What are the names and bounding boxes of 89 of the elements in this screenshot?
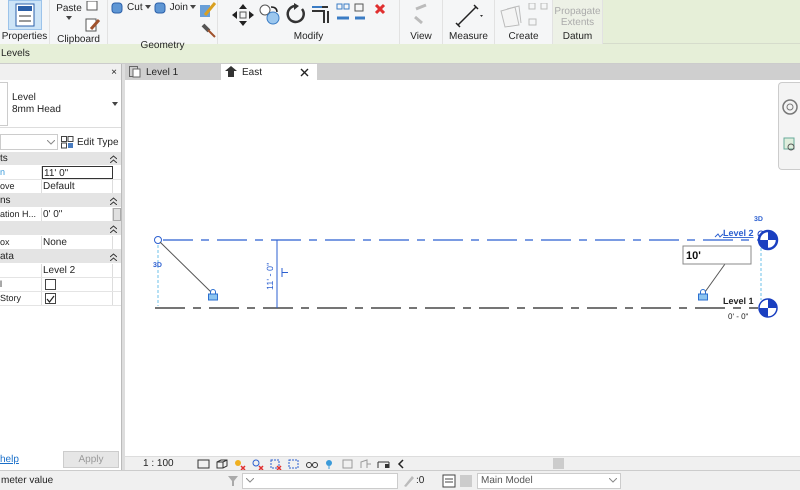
- hammer-icon[interactable]: [198, 21, 217, 39]
- plan-icon: [129, 66, 141, 78]
- panel-title: Properties: [0, 30, 48, 44]
- caret-icon: [144, 5, 151, 9]
- caret-icon: [66, 16, 72, 20]
- property-name: n: [0, 166, 42, 179]
- level-name[interactable]: Level 2: [723, 228, 754, 238]
- detail-level-icon[interactable]: [196, 458, 210, 470]
- panel-title: Measure: [448, 30, 489, 44]
- view-tab[interactable]: East: [221, 64, 317, 80]
- property-name: ation H...: [0, 208, 42, 221]
- property-name: l: [0, 278, 42, 291]
- chevron-icon: [246, 478, 254, 483]
- tool-button[interactable]: Join: [154, 0, 196, 14]
- panel-title: Clipboard: [56, 33, 101, 46]
- checkbox[interactable]: [45, 293, 56, 304]
- group-header: ns: [0, 194, 11, 208]
- property-name: ox: [0, 236, 42, 249]
- scroll-thumb[interactable]: [113, 208, 121, 221]
- help-link[interactable]: help: [0, 452, 19, 466]
- visual-style-icon[interactable]: [214, 458, 228, 470]
- lock-icon[interactable]: [698, 289, 708, 300]
- edit-type-icon: [61, 136, 74, 148]
- tool-button[interactable]: Cut: [111, 0, 151, 14]
- chevron-icon: [47, 140, 55, 144]
- type-family: Level: [12, 92, 37, 104]
- caret-icon: [190, 5, 196, 9]
- collapse-icon[interactable]: [110, 252, 117, 260]
- lock-icon[interactable]: [208, 289, 218, 300]
- level-line[interactable]: [155, 307, 758, 309]
- sun-icon[interactable]: [232, 458, 246, 470]
- property-name: ove: [0, 180, 42, 193]
- panel-title: Create: [507, 30, 540, 44]
- property-value: None: [42, 236, 113, 249]
- move-icon[interactable]: [231, 3, 255, 27]
- close-icon: [300, 68, 309, 76]
- panel-title: Geometry: [140, 39, 186, 52]
- model-dropdown[interactable]: Main Model: [477, 472, 621, 488]
- measure-icon[interactable]: [454, 3, 484, 29]
- properties-icon: [14, 3, 34, 27]
- crop-icon[interactable]: [268, 458, 282, 470]
- level-elevation: 0' - 0": [728, 312, 748, 321]
- crop-region-icon[interactable]: [286, 458, 300, 470]
- edit-type-button[interactable]: Edit Type: [61, 134, 119, 150]
- check-icon: [46, 294, 55, 302]
- text-grip-icon[interactable]: [282, 268, 288, 278]
- copy-icon[interactable]: [258, 3, 282, 25]
- extent-line: [760, 248, 762, 300]
- close-button[interactable]: ×: [111, 66, 117, 78]
- elevation-icon: [225, 66, 237, 78]
- level-head-icon[interactable]: [758, 298, 778, 318]
- shadow-icon[interactable]: [250, 458, 264, 470]
- type-preview: [0, 82, 8, 126]
- trim-icon[interactable]: [310, 3, 332, 25]
- rotate-icon[interactable]: [285, 3, 307, 25]
- panel-title: Datum: [562, 30, 594, 44]
- cut-icon: [111, 0, 126, 14]
- paste-button[interactable]: Paste: [56, 3, 82, 20]
- end-grip[interactable]: [154, 236, 162, 244]
- group-header: ata: [0, 250, 14, 264]
- property-value: Default: [42, 180, 113, 193]
- collapse-icon[interactable]: [110, 224, 117, 232]
- join-icon: [154, 0, 168, 14]
- checkbox[interactable]: [45, 279, 56, 290]
- value-field[interactable]: [682, 246, 752, 264]
- value-field[interactable]: 11' 0": [42, 166, 113, 179]
- panel-title: Modify: [292, 30, 324, 44]
- panel-title: View: [409, 30, 433, 44]
- type-name: 8mm Head: [12, 104, 62, 116]
- view-scale[interactable]: 1 : 100: [143, 456, 174, 471]
- status-message: meter value: [0, 474, 54, 488]
- workset-count: :0: [416, 474, 426, 488]
- property-name: Story: [0, 292, 42, 305]
- group-header: ts: [0, 152, 8, 166]
- dropdown-icon[interactable]: [112, 102, 118, 106]
- collapse-icon[interactable]: [110, 154, 117, 162]
- scrollbar-thumb[interactable]: [552, 458, 564, 469]
- design-options-icon[interactable]: [442, 474, 456, 488]
- chevron-icon: [609, 478, 617, 483]
- property-value: Level 2: [42, 264, 113, 277]
- level-name[interactable]: Level 1: [723, 296, 754, 306]
- dimension-line: [276, 240, 278, 308]
- properties-button[interactable]: [8, 0, 42, 30]
- brush-icon[interactable]: [84, 17, 101, 33]
- collapse-icon[interactable]: [110, 196, 117, 204]
- leader-line: [704, 264, 726, 292]
- delete-icon[interactable]: [374, 3, 386, 15]
- value-text[interactable]: 10': [686, 250, 701, 262]
- dimension-text[interactable]: 11' - 0": [265, 262, 275, 290]
